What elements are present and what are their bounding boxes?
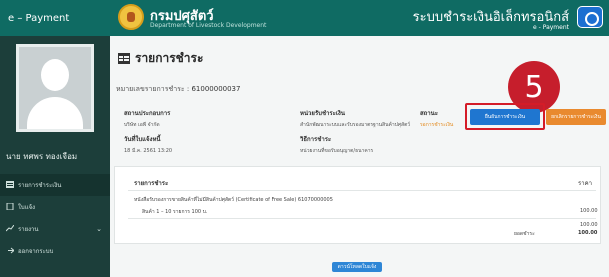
invoice-number: หมายเลขรายการชำระ : 61000000037 <box>116 84 240 95</box>
total-value: 100.00 <box>578 230 598 236</box>
avatar-body-icon <box>27 97 83 129</box>
main-content: รายการชำระ หมายเลขรายการชำระ : 610000000… <box>110 36 609 277</box>
document-icon <box>6 203 14 210</box>
cancel-payment-button[interactable]: ยกเลิกรายการชำระเงิน <box>546 109 606 125</box>
payment-list-icon <box>6 181 14 188</box>
field-method: วิธีการชำระ หน่วยงานที่ขอรับอนุญาต/ธนาคา… <box>300 136 374 154</box>
divider <box>128 218 596 219</box>
app-window: e – Payment นาย ทศพร ทองเจือม รายการชำระ… <box>0 0 609 277</box>
chart-icon <box>6 225 14 232</box>
department-logo-icon <box>118 4 144 30</box>
field-status: สถานะ รอการชำระเงิน <box>420 110 454 128</box>
system-subtitle: e - Payment <box>533 24 569 31</box>
sidebar-item-label: รายการชำระเงิน <box>18 182 62 189</box>
avatar-head-icon <box>41 59 69 91</box>
avatar <box>16 44 94 132</box>
page-title: รายการชำระ <box>118 49 203 68</box>
app-title: e – Payment <box>0 0 110 36</box>
sidebar-item-label: ออกจากระบบ <box>18 248 54 255</box>
sidebar-item-logout[interactable]: ออกจากระบบ <box>0 240 110 262</box>
item-row-description: หนังสือรับรองการขายสินค้าที่ไม่มีสินค้าป… <box>134 197 333 203</box>
item-row-description: สินค้า 1 – 10 รายการ 100 บ. <box>142 209 208 215</box>
sidebar-item-label: ใบแจ้ง <box>18 204 36 211</box>
amount-header: ราคา <box>578 180 592 187</box>
divider <box>128 190 596 191</box>
sidebar-item-documents[interactable]: ใบแจ้ง <box>0 196 110 218</box>
invoice-value: 61000000037 <box>191 85 241 93</box>
department-name-en: Department of Livestock Development <box>150 22 267 29</box>
status-badge: รอการชำระเงิน <box>420 122 454 128</box>
sidebar: e – Payment นาย ทศพร ทองเจือม รายการชำระ… <box>0 0 110 277</box>
power-icon[interactable] <box>577 6 603 28</box>
page-title-text: รายการชำระ <box>135 51 204 65</box>
subtotal-value: 100.00 <box>580 222 598 228</box>
sidebar-item-reports[interactable]: รายงาน ⌄ <box>0 218 110 240</box>
invoice-label: หมายเลขรายการชำระ : <box>116 85 190 93</box>
header: กรมปศุสัตว์ Department of Livestock Deve… <box>110 0 609 36</box>
logout-icon <box>8 247 14 254</box>
download-invoice-button[interactable]: ดาวน์โหลดใบแจ้ง <box>332 262 382 272</box>
sidebar-menu: รายการชำระเงิน ใบแจ้ง รายงาน ⌄ ออกจากระบ… <box>0 174 110 262</box>
table-icon <box>118 53 130 64</box>
items-header: รายการชำระ <box>134 180 169 187</box>
sidebar-item-label: รายงาน <box>18 226 39 233</box>
field-agency: หน่วยรับชำระเงิน สำนักพัฒนาระบบและรับรอง… <box>300 110 411 128</box>
field-place: สถานประกอบการ บริษัท เอพี จำกัด <box>124 110 171 128</box>
item-row-amount: 100.00 <box>580 208 598 214</box>
field-issue-date: วันที่ใบแจ้งหนี้ 18 มี.ค. 2561 13:20 <box>124 136 173 154</box>
username: นาย ทศพร ทองเจือม <box>6 152 78 161</box>
highlight-frame <box>465 103 545 130</box>
chevron-down-icon: ⌄ <box>96 225 102 233</box>
sidebar-item-payment-list[interactable]: รายการชำระเงิน <box>0 174 110 196</box>
total-label: ยอดชำระ <box>514 231 535 237</box>
